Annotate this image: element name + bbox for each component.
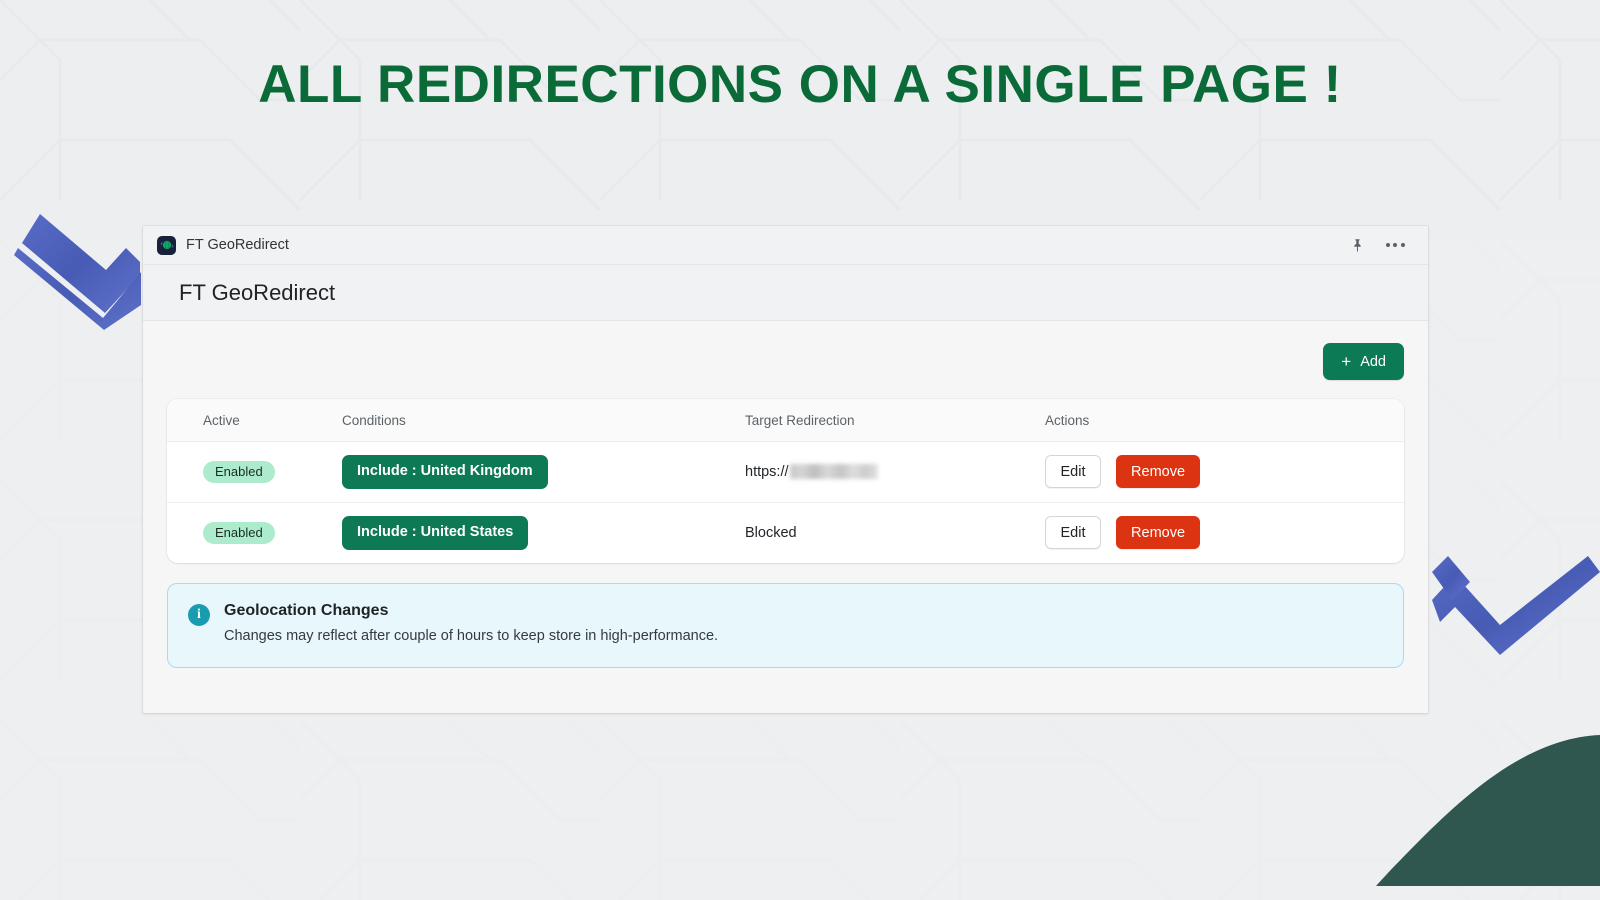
- info-banner-content: Geolocation Changes Changes may reflect …: [224, 602, 718, 646]
- add-button-label: Add: [1360, 353, 1386, 370]
- app-body: + Add Active Conditions Target Redirecti…: [143, 321, 1428, 713]
- cell-active: Enabled: [167, 441, 342, 503]
- column-header-conditions: Conditions: [342, 399, 745, 442]
- column-header-actions: Actions: [1045, 399, 1404, 442]
- globe-redirect-icon: [157, 235, 176, 255]
- pin-icon[interactable]: [1346, 234, 1368, 256]
- info-banner: i Geolocation Changes Changes may reflec…: [167, 582, 1404, 668]
- app-titlebar: FT GeoRedirect: [143, 226, 1428, 265]
- target-url-text: Blocked: [745, 524, 797, 541]
- cell-actions: Edit Remove: [1045, 502, 1404, 562]
- hero-title: ALL REDIRECTIONS ON A SINGLE PAGE !: [258, 55, 1342, 114]
- table-header-row: Active Conditions Target Redirection Act…: [167, 399, 1404, 442]
- table-body: Enabled Include : United Kingdom https:/…: [167, 441, 1404, 563]
- column-header-active: Active: [167, 399, 342, 442]
- cell-target-redirection: https://: [745, 441, 1045, 503]
- page-title: FT GeoRedirect: [179, 279, 336, 305]
- info-banner-title: Geolocation Changes: [224, 601, 389, 619]
- info-icon: i: [188, 603, 210, 626]
- cell-target-redirection: Blocked: [745, 502, 1045, 562]
- toolbar: + Add: [167, 343, 1404, 380]
- table-head: Active Conditions Target Redirection Act…: [167, 399, 1404, 442]
- target-url-text: https://: [745, 463, 789, 480]
- target-url: Blocked: [745, 525, 797, 541]
- column-header-target-redirection: Target Redirection: [745, 399, 1045, 442]
- remove-button[interactable]: Remove: [1116, 516, 1201, 550]
- cell-active: Enabled: [167, 502, 342, 562]
- app-window: FT GeoRedirect FT GeoRedirect + Add Acti…: [143, 226, 1428, 713]
- edit-button[interactable]: Edit: [1045, 455, 1101, 489]
- cell-conditions: Include : United States: [342, 502, 745, 562]
- info-banner-text: Changes may reflect after couple of hour…: [224, 627, 719, 644]
- titlebar-actions: [1346, 234, 1406, 256]
- hero-section: ALL REDIRECTIONS ON A SINGLE PAGE !: [0, 54, 1600, 115]
- ellipsis-dots: [1385, 243, 1405, 247]
- app-titlebar-title: FT GeoRedirect: [186, 237, 289, 253]
- page-header: FT GeoRedirect: [143, 265, 1428, 321]
- table-row: Enabled Include : United States Blocked …: [167, 502, 1404, 562]
- target-url: https://: [745, 464, 878, 480]
- cell-actions: Edit Remove: [1045, 441, 1404, 503]
- redirections-table-card: Active Conditions Target Redirection Act…: [167, 399, 1404, 563]
- edit-button[interactable]: Edit: [1045, 516, 1101, 550]
- remove-button[interactable]: Remove: [1116, 455, 1201, 489]
- cell-conditions: Include : United Kingdom: [342, 441, 745, 503]
- add-button[interactable]: + Add: [1323, 343, 1404, 380]
- status-badge[interactable]: Enabled: [203, 460, 275, 483]
- status-badge[interactable]: Enabled: [203, 521, 275, 544]
- condition-chip[interactable]: Include : United Kingdom: [342, 455, 548, 489]
- condition-chip[interactable]: Include : United States: [342, 515, 529, 550]
- table-row: Enabled Include : United Kingdom https:/…: [167, 441, 1404, 503]
- plus-icon: +: [1341, 352, 1352, 371]
- redirections-table: Active Conditions Target Redirection Act…: [167, 399, 1404, 563]
- more-options-icon[interactable]: [1384, 234, 1406, 256]
- redacted-url-blur: [789, 464, 878, 480]
